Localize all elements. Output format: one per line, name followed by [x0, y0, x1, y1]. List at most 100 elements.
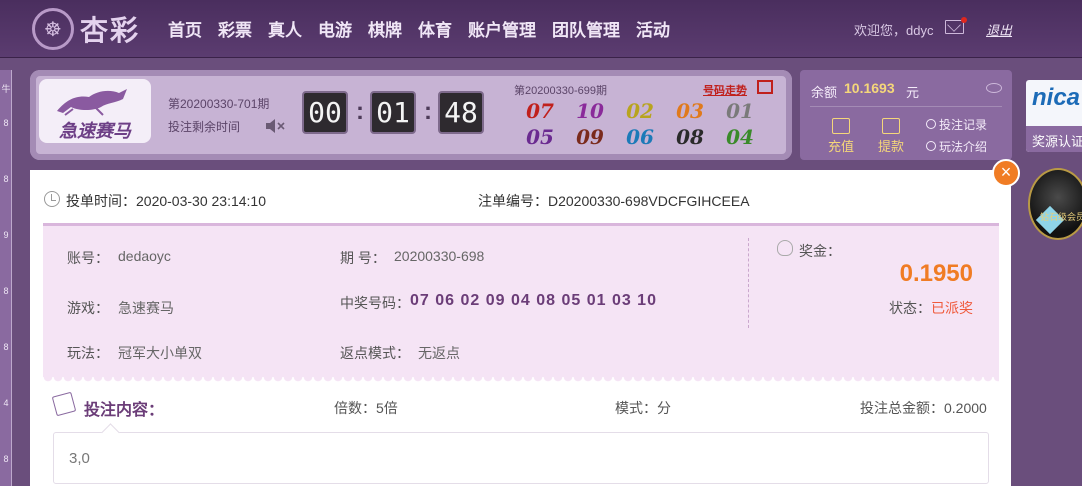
- nav-account[interactable]: 账户管理: [468, 16, 536, 41]
- play-value: 冠军大小单双: [118, 345, 202, 361]
- close-button[interactable]: ×: [992, 159, 1020, 187]
- mode-value: 分: [657, 400, 671, 416]
- money-bag-icon: [777, 240, 793, 256]
- left-sidebar[interactable]: 牛 8 8 9 8 8 4 8: [0, 70, 12, 486]
- play-label: 玩法：: [67, 345, 109, 361]
- deposit-button[interactable]: 充值: [828, 118, 854, 155]
- promo-card[interactable]: nica 奖源认证: [1026, 80, 1082, 152]
- sidebar-digit: 8: [3, 174, 9, 184]
- sidebar-digit: 4: [3, 398, 9, 408]
- current-issue: 第20200330-701期: [168, 97, 270, 111]
- clock-icon: [44, 191, 60, 207]
- account-label: 账号：: [67, 250, 109, 266]
- nav-team[interactable]: 团队管理: [552, 16, 620, 41]
- game-logo: 急速赛马: [39, 79, 151, 143]
- sidebar-digit: 9: [3, 230, 9, 240]
- nav-home[interactable]: 首页: [168, 16, 202, 41]
- bet-number: 注单编号：D20200330-698VDCFGIHCEEA: [478, 191, 750, 211]
- nav-slots[interactable]: 电游: [318, 16, 352, 41]
- nav-sports[interactable]: 体育: [418, 16, 452, 41]
- nav-lottery[interactable]: 彩票: [218, 16, 252, 41]
- divider: [810, 106, 1002, 107]
- game-name: 急速赛马: [59, 121, 131, 141]
- total-value: 0.2000: [944, 400, 987, 416]
- rules-label: 玩法介绍: [939, 140, 988, 154]
- balance-label: 余额: [811, 85, 838, 100]
- draw-number-ball: 09: [576, 125, 604, 149]
- draw-number-ball: 07: [526, 99, 554, 123]
- multiple-label: 倍数：: [334, 400, 376, 416]
- site-logo[interactable]: ☸ 杏彩: [32, 8, 140, 50]
- nav-events[interactable]: 活动: [636, 16, 670, 41]
- deposit-label: 充值: [828, 139, 855, 154]
- sidebar-digit: 8: [3, 454, 9, 464]
- bet-time: 投单时间：2020-03-30 23:14:10: [66, 191, 266, 211]
- wallet-icon: [882, 118, 900, 134]
- remaining-time-label: 投注剩余时间: [168, 120, 241, 134]
- account-value: dedaoyc: [118, 248, 171, 264]
- balance-unit: 元: [906, 85, 920, 100]
- horse-icon: [57, 89, 127, 116]
- logout-link[interactable]: 退出: [986, 20, 1012, 39]
- sidebar-digit: 牛: [1, 84, 11, 94]
- win-numbers-value: 07 06 02 09 04 08 05 01 03 10: [410, 292, 657, 309]
- divider: [748, 238, 749, 328]
- win-numbers-label: 中奖号码：: [340, 295, 410, 311]
- nav-cards[interactable]: 棋牌: [368, 16, 402, 41]
- balance-value: 10.1693: [844, 80, 895, 96]
- issue-label: 期 号：: [340, 250, 386, 266]
- prize-value: 0.1950: [899, 260, 973, 287]
- countdown-colon: :: [424, 98, 432, 125]
- welcome-text: 欢迎您，ddyc: [854, 23, 934, 38]
- status-label: 状态：: [889, 300, 931, 316]
- hide-balance-icon[interactable]: [986, 83, 1002, 93]
- account-panel: 余额 10.1693 元 充值 提款 投注记录 玩法介绍: [800, 70, 1012, 160]
- trend-chart-icon[interactable]: [757, 80, 773, 94]
- promo-logo: nica: [1032, 84, 1081, 111]
- rebate-value: 无返点: [418, 345, 460, 361]
- help-icon: [926, 141, 936, 151]
- bet-time-label: 投单时间：: [66, 193, 136, 209]
- vip-badge[interactable]: 钻石级会员: [1028, 168, 1082, 240]
- draw-number-ball: 02: [626, 99, 654, 123]
- total-amount: 投注总金额：0.2000: [860, 398, 987, 418]
- last-issue: 第20200330-699期: [514, 85, 607, 97]
- nav-live[interactable]: 真人: [268, 16, 302, 41]
- rules-link[interactable]: 玩法介绍: [926, 138, 987, 155]
- game-panel: 急速赛马 第20200330-701期 投注剩余时间 00 : 01 : 48 …: [30, 70, 792, 160]
- bet-record-label: 投注记录: [939, 118, 988, 132]
- mode-label: 模式：: [615, 400, 657, 416]
- bet-detail-modal: 投单时间：2020-03-30 23:14:10 注单编号：D20200330-…: [30, 170, 1011, 486]
- withdraw-button[interactable]: 提款: [878, 118, 904, 155]
- trend-link[interactable]: 号码走势: [703, 82, 747, 98]
- bet-number-label: 注单编号：: [478, 193, 548, 209]
- sidebar-digit: 8: [3, 286, 9, 296]
- prize-label: 奖金：: [799, 243, 841, 259]
- mute-icon[interactable]: [264, 117, 286, 135]
- multiple-value: 5倍: [376, 400, 398, 416]
- countdown-minutes: 01: [370, 91, 416, 134]
- draw-number-ball: 03: [676, 99, 704, 123]
- bet-record-link[interactable]: 投注记录: [926, 116, 987, 133]
- countdown-hours: 00: [302, 91, 348, 134]
- sidebar-digit: 8: [3, 342, 9, 352]
- bet-detail-panel: 账号： dedaoyc 期 号： 20200330-698 游戏： 急速赛马 中…: [43, 223, 999, 383]
- draw-number-ball: 01: [726, 99, 754, 123]
- sidebar-digit: 8: [3, 118, 9, 128]
- bet-number-value: D20200330-698VDCFGIHCEEA: [548, 193, 750, 209]
- countdown-colon: :: [356, 98, 364, 125]
- main-nav: 首页 彩票 真人 电游 棋牌 体育 账户管理 团队管理 活动: [168, 16, 670, 41]
- status-value: 已派奖: [931, 300, 973, 316]
- multiple: 倍数：5倍: [334, 398, 398, 418]
- rebate-label: 返点模式：: [340, 345, 410, 361]
- withdraw-label: 提款: [878, 139, 905, 154]
- game-label: 游戏：: [67, 300, 109, 316]
- status: 状态：已派奖: [889, 298, 973, 318]
- deposit-icon: [832, 118, 850, 134]
- clock-icon: [926, 119, 936, 129]
- draw-number-ball: 04: [726, 125, 754, 149]
- vip-badge-label: 钻石级会员: [1040, 212, 1082, 222]
- draw-number-ball: 10: [576, 99, 604, 123]
- issue-value: 20200330-698: [394, 248, 485, 264]
- countdown-seconds: 48: [438, 91, 484, 134]
